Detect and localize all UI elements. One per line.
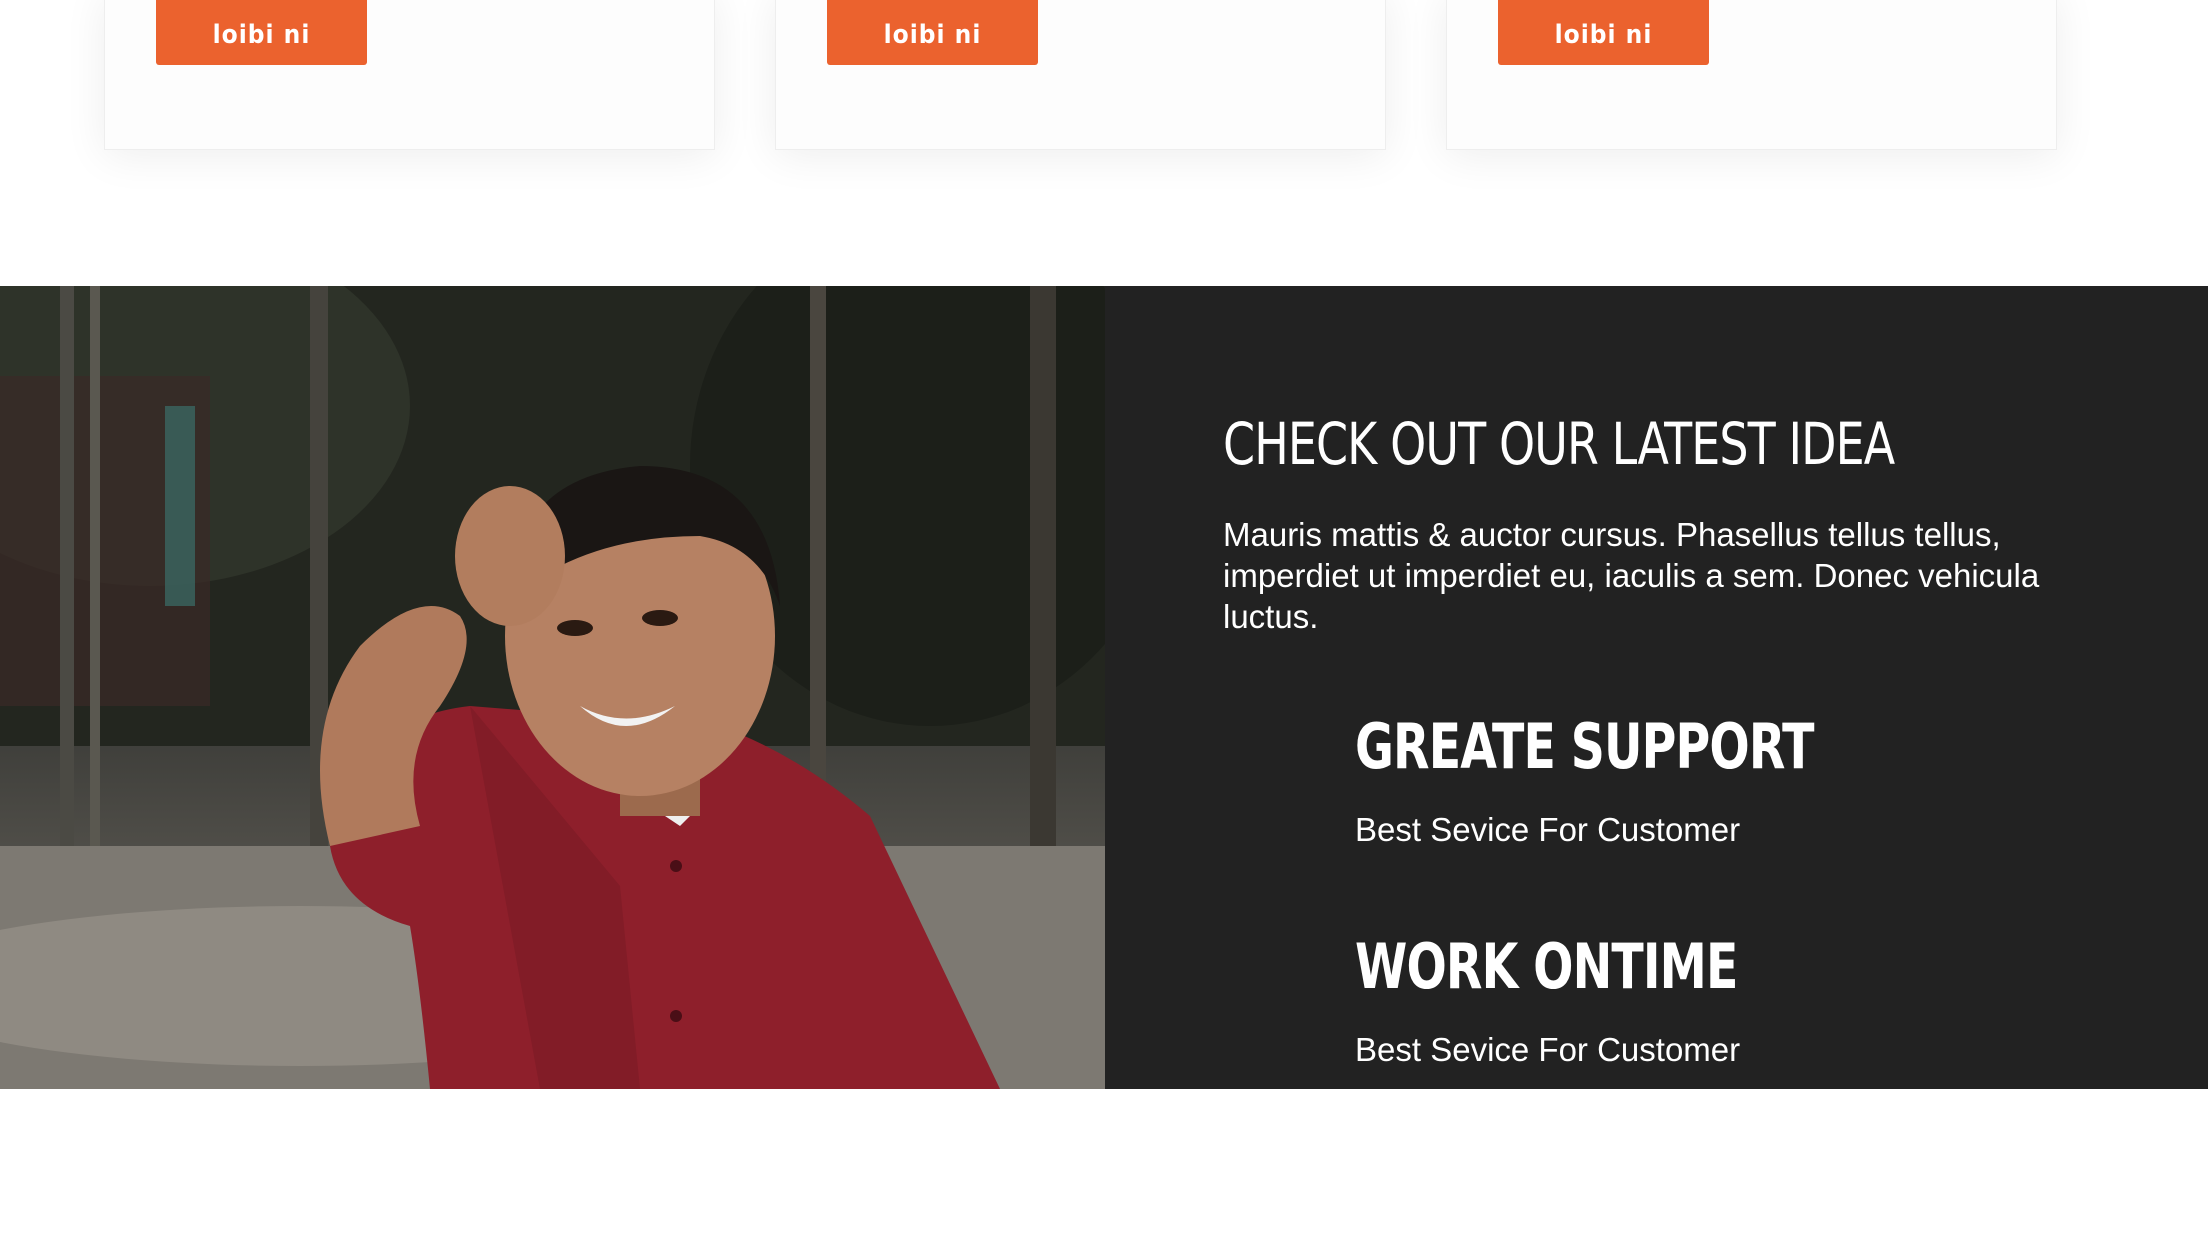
section-description: Mauris mattis & auctor cursus. Phasellus…	[1223, 516, 2040, 635]
service-card: loibi ni	[1446, 0, 2057, 150]
service-subtitle-ontime: Best Sevice For Customer	[1355, 1031, 1741, 1068]
service-card: loibi ni	[104, 0, 715, 150]
boy-photo-illustration	[0, 286, 1105, 1089]
latest-idea-panel: CHECK OUT OUR LATEST IDEA Mauris mattis …	[1105, 286, 2208, 1089]
card-action-button[interactable]: loibi ni	[156, 0, 367, 65]
service-card: loibi ni	[775, 0, 1386, 150]
section-title: CHECK OUT OUR LATEST IDEA	[1223, 410, 1895, 478]
feature-photo	[0, 286, 1105, 1089]
service-title-support: GREATE SUPPORT	[1355, 710, 1815, 783]
service-cards-row: loibi ni loibi ni loibi ni	[0, 0, 2208, 150]
card-action-button[interactable]: loibi ni	[1498, 0, 1709, 65]
service-subtitle-support: Best Sevice For Customer	[1355, 811, 1741, 848]
service-title-ontime: WORK ONTIME	[1355, 930, 1738, 1003]
latest-idea-section: CHECK OUT OUR LATEST IDEA Mauris mattis …	[0, 286, 2208, 1089]
card-action-button[interactable]: loibi ni	[827, 0, 1038, 65]
